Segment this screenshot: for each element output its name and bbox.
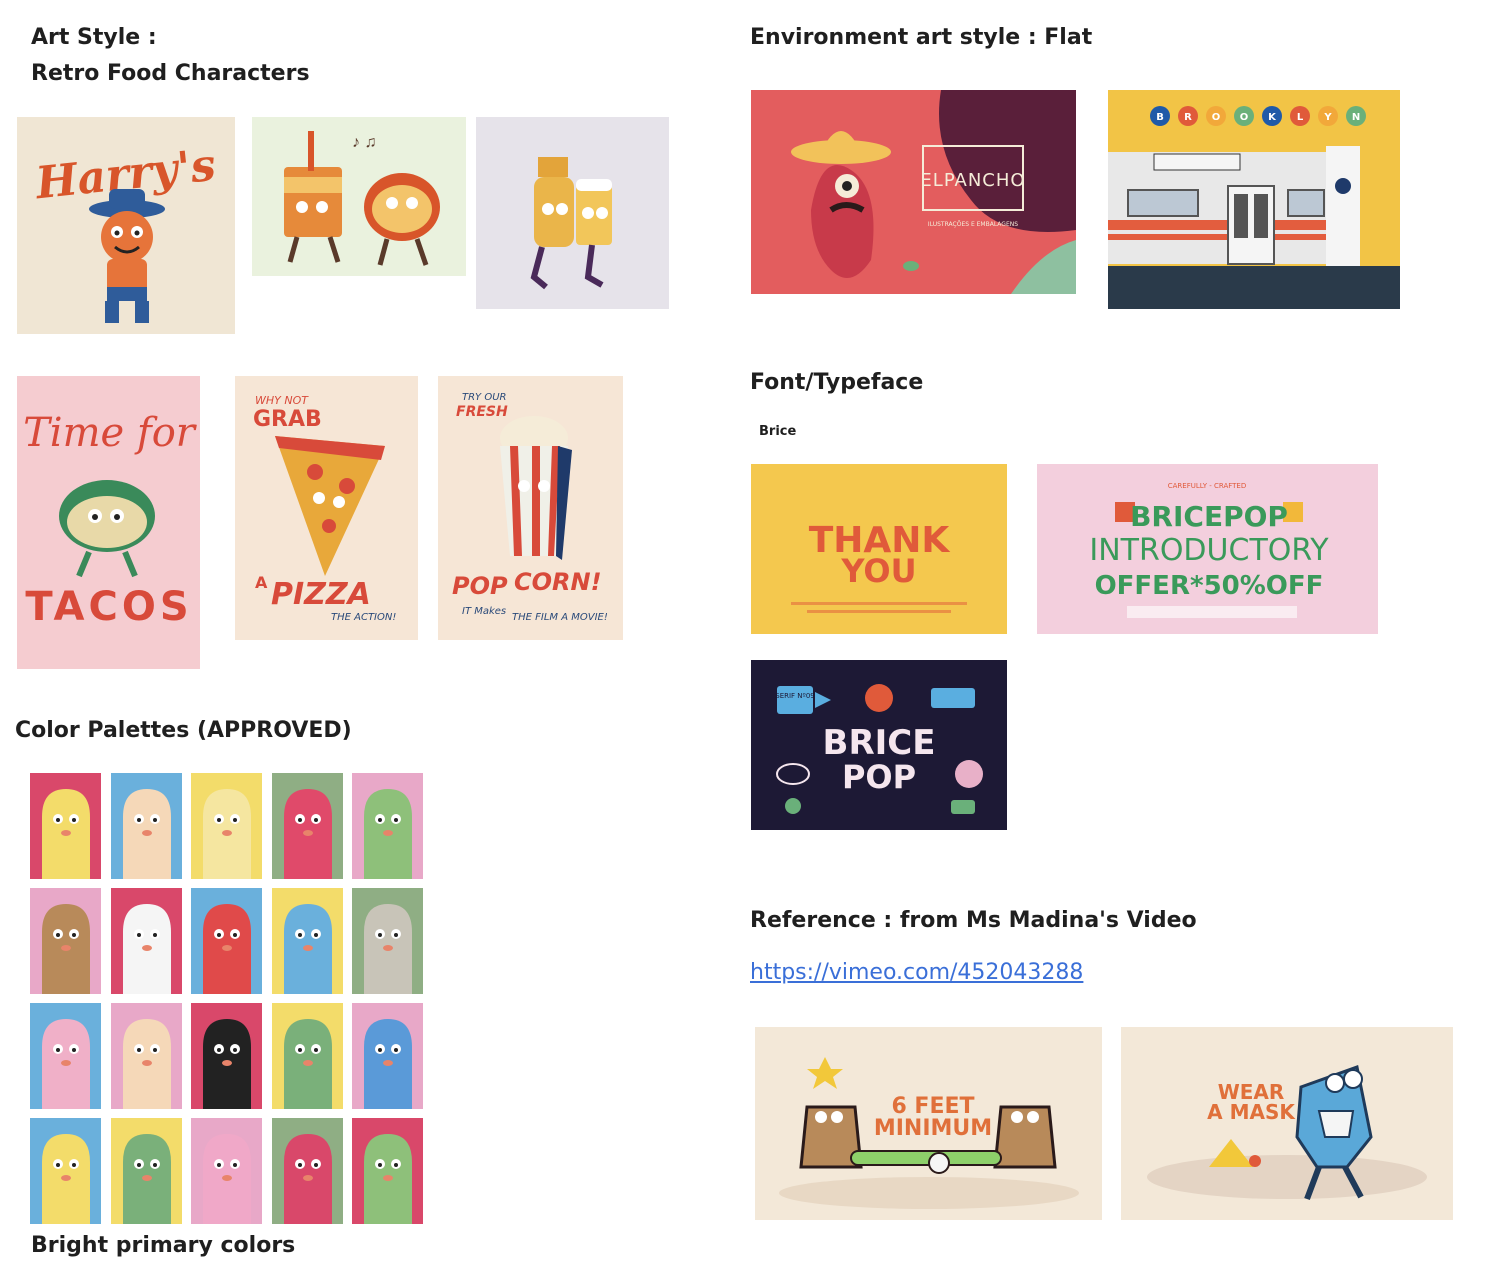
- palette-character-tile: [110, 1118, 182, 1224]
- svg-text:YOU: YOU: [840, 552, 916, 590]
- svg-text:THE FILM A MOVIE!: THE FILM A MOVIE!: [512, 612, 608, 623]
- svg-text:SERIF Nº09: SERIF Nº09: [775, 692, 815, 700]
- font-name: Brice: [759, 424, 797, 439]
- elpancho-image: ELPANCHO ILUSTRAÇÕES E EMBALAGENS: [751, 90, 1076, 294]
- brooklyn-letter: N: [1352, 112, 1360, 123]
- tacos-image: Time for TACOS: [17, 376, 200, 669]
- color-palette-grid: [30, 773, 423, 1224]
- svg-text:IT Makes: IT Makes: [462, 606, 506, 617]
- reference-link[interactable]: https://vimeo.com/452043288: [750, 960, 1083, 985]
- svg-text:THE ACTION!: THE ACTION!: [331, 612, 396, 623]
- brooklyn-letter: L: [1297, 112, 1304, 123]
- reference-heading: Reference : from Ms Madina's Video: [750, 908, 1197, 933]
- svg-text:BRICEPOP: BRICEPOP: [1130, 500, 1288, 533]
- svg-text:ILUSTRAÇÕES E EMBALAGENS: ILUSTRAÇÕES E EMBALAGENS: [928, 221, 1018, 228]
- color-palettes-heading: Color Palettes (APPROVED): [15, 718, 352, 743]
- palette-character-tile: [191, 888, 262, 994]
- svg-text:WHY NOT: WHY NOT: [255, 394, 309, 407]
- palette-character-tile: [30, 888, 101, 994]
- six-feet-video-still: 6 FEET MINIMUM: [755, 1027, 1102, 1220]
- palette-character-tile: [30, 773, 101, 879]
- palette-character-tile: [191, 773, 262, 879]
- svg-text:FRESH: FRESH: [456, 404, 508, 420]
- brooklyn-letter: K: [1268, 112, 1277, 123]
- svg-text:POP: POP: [452, 572, 508, 600]
- brooklyn-letter: B: [1156, 112, 1164, 123]
- svg-text:INTRODUCTORY: INTRODUCTORY: [1089, 533, 1329, 568]
- beer-image: [476, 117, 669, 309]
- brice-pop-dark-image: SERIF Nº09 BRICE POP: [751, 660, 1007, 830]
- palette-character-tile: [271, 1118, 343, 1224]
- pizza-image: WHY NOT GRAB A PIZZA THE ACTION!: [235, 376, 418, 640]
- svg-text:OFFER*50%OFF: OFFER*50%OFF: [1095, 571, 1324, 601]
- svg-text:TRY OUR: TRY OUR: [462, 392, 506, 403]
- svg-text:MINIMUM: MINIMUM: [874, 1116, 992, 1141]
- palette-character-tile: [352, 1118, 423, 1224]
- palette-character-tile: [271, 1003, 343, 1109]
- svg-text:BRICE: BRICE: [823, 723, 936, 763]
- svg-text:PIZZA: PIZZA: [271, 577, 371, 612]
- palette-character-tile: [191, 1118, 262, 1224]
- palette-character-tile: [30, 1118, 101, 1224]
- palette-character-tile: [110, 773, 182, 879]
- palette-character-tile: [191, 1003, 262, 1109]
- art-style-heading: Art Style :: [31, 25, 157, 50]
- palette-character-tile: [110, 1003, 182, 1109]
- svg-text:GRAB: GRAB: [253, 407, 322, 432]
- wear-mask-video-still: WEAR A MASK: [1121, 1027, 1453, 1220]
- environment-heading: Environment art style : Flat: [750, 25, 1093, 50]
- svg-text:CAREFULLY - CRAFTED: CAREFULLY - CRAFTED: [1168, 482, 1246, 490]
- bricepop-offer-image: CAREFULLY - CRAFTED BRICEPOP INTRODUCTOR…: [1037, 464, 1378, 634]
- brooklyn-letter: O: [1212, 112, 1221, 123]
- font-heading: Font/Typeface: [750, 370, 924, 395]
- brooklyn-letter: O: [1240, 112, 1249, 123]
- palette-character-tile: [271, 773, 343, 879]
- tacos-title: Time for: [23, 410, 198, 456]
- palette-character-tile: [30, 1003, 101, 1109]
- harrys-image: Harry's: [17, 117, 235, 334]
- svg-text:♪ ♫: ♪ ♫: [352, 134, 376, 151]
- svg-text:A: A: [255, 573, 268, 592]
- palettes-caption: Bright primary colors: [31, 1233, 296, 1258]
- svg-text:ELPANCHO: ELPANCHO: [920, 170, 1025, 191]
- popcorn-image: TRY OUR FRESH POP CORN! IT Makes THE FIL…: [438, 376, 623, 640]
- palette-character-tile: [271, 888, 343, 994]
- palette-character-tile: [110, 888, 182, 994]
- svg-text:A MASK: A MASK: [1207, 1100, 1296, 1124]
- svg-text:CORN!: CORN!: [514, 568, 602, 596]
- art-style-subheading: Retro Food Characters: [31, 61, 310, 86]
- brooklyn-letter: R: [1184, 112, 1192, 123]
- thank-you-image: THANK YOU: [751, 464, 1007, 634]
- tacos-word: TACOS: [25, 584, 192, 630]
- cup-hotdog-image: ♪ ♫: [252, 117, 466, 276]
- brooklyn-subway-image: BROOKLYN: [1108, 90, 1400, 309]
- svg-text:POP: POP: [842, 758, 916, 796]
- palette-character-tile: [352, 888, 423, 994]
- palette-character-tile: [352, 1003, 423, 1109]
- brooklyn-letter: Y: [1323, 112, 1332, 123]
- palette-character-tile: [352, 773, 423, 879]
